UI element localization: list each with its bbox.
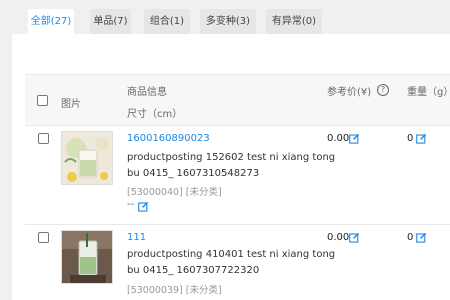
weight-value: 0 <box>407 232 414 243</box>
product-meta: [53000039] [未分类] <box>127 285 222 296</box>
edit-price-icon[interactable] <box>349 232 360 243</box>
product-title-cont: bu 0415_ 1607307722320 <box>127 265 260 276</box>
select-all-checkbox[interactable] <box>37 95 48 106</box>
product-title: productposting 152602 test ni xiang tong <box>127 152 336 163</box>
price-value: 0.00 <box>327 232 350 243</box>
product-image[interactable] <box>61 131 113 185</box>
row-checkbox[interactable] <box>38 133 49 144</box>
column-image: 图片 <box>61 99 81 110</box>
size-value: -- <box>127 199 135 210</box>
product-image[interactable] <box>61 230 113 284</box>
column-product-info: 商品信息 <box>127 87 167 98</box>
product-meta: [53000040] [未分类] <box>127 187 222 198</box>
edit-size-icon[interactable] <box>138 201 149 212</box>
product-title-cont: bu 0415_ 1607310548273 <box>127 168 260 179</box>
product-id-link[interactable]: 1600160890023 <box>127 133 210 144</box>
help-icon[interactable]: ? <box>377 84 389 96</box>
edit-weight-icon[interactable] <box>416 133 427 144</box>
table-row: 111 productposting 410401 test ni xiang … <box>25 225 450 300</box>
column-reference-price: 参考价(¥) <box>327 87 372 98</box>
tab-single[interactable]: 单品(7) <box>90 9 131 34</box>
tab-bar: 全部(27) 单品(7) 组合(1) 多变种(3) 有异常(0) <box>0 0 450 34</box>
product-title: productposting 410401 test ni xiang tong <box>127 249 336 260</box>
column-weight: 重量（g） <box>407 87 450 98</box>
tab-variants[interactable]: 多变种(3) <box>200 9 256 34</box>
table-row: 1600160890023 productposting 152602 test… <box>25 126 450 224</box>
edit-price-icon[interactable] <box>349 133 360 144</box>
price-value: 0.00 <box>327 133 350 144</box>
column-size: 尺寸（cm） <box>127 109 183 120</box>
product-photo-1 <box>62 132 112 184</box>
table-header: 图片 商品信息 尺寸（cm） 参考价(¥) ? 重量（g） <box>25 74 450 126</box>
tab-all[interactable]: 全部(27) <box>28 9 74 34</box>
tab-exceptions[interactable]: 有异常(0) <box>266 9 322 34</box>
edit-weight-icon[interactable] <box>416 232 427 243</box>
product-photo-2 <box>62 231 112 283</box>
product-id-link[interactable]: 111 <box>127 232 146 243</box>
weight-value: 0 <box>407 133 414 144</box>
tab-bundle[interactable]: 组合(1) <box>144 9 190 34</box>
row-checkbox[interactable] <box>38 232 49 243</box>
